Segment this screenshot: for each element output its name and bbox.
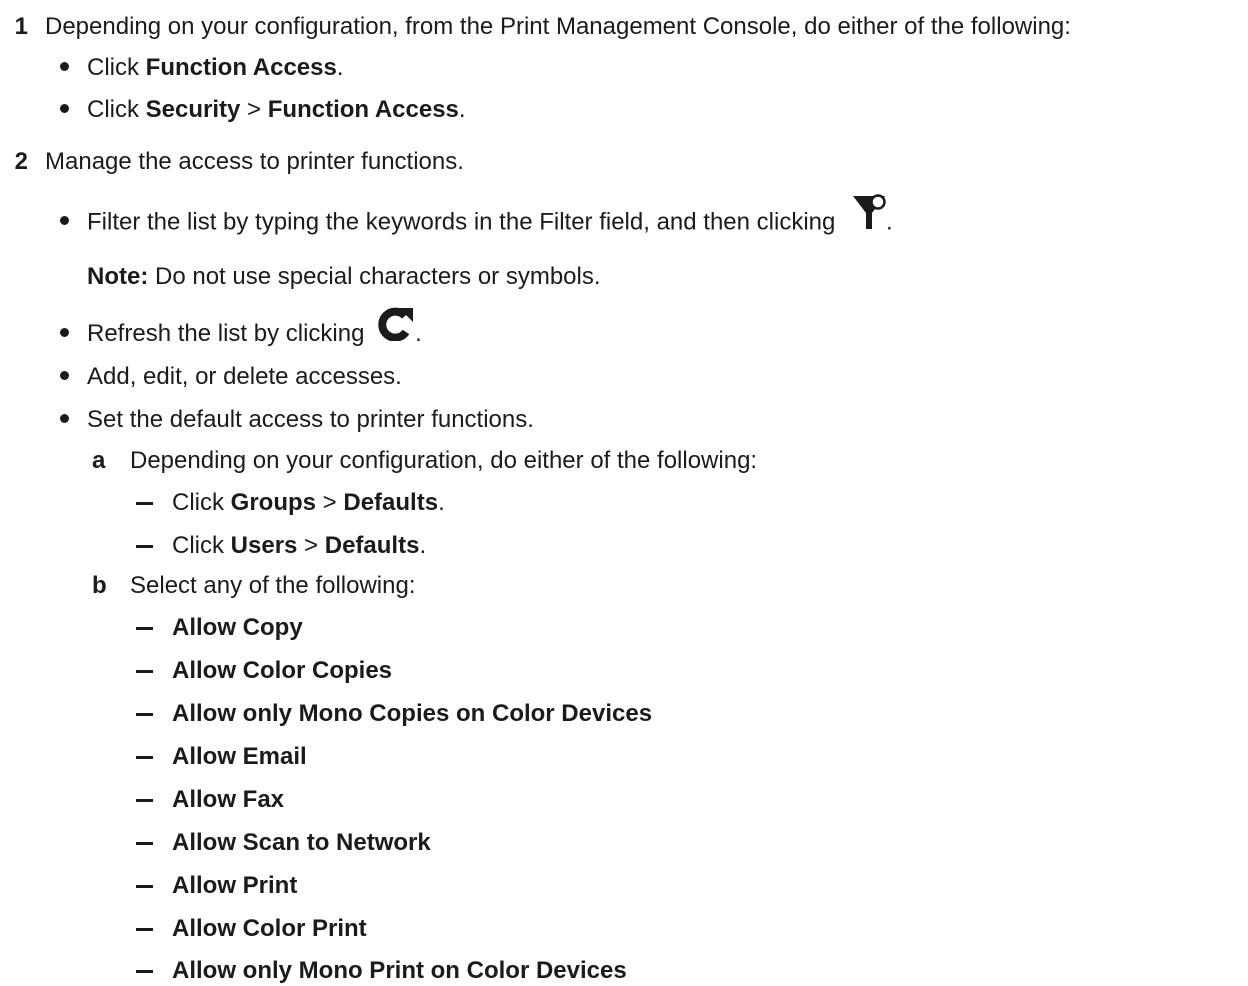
ui-label: Security xyxy=(145,96,241,123)
text-segment: . xyxy=(458,96,466,123)
bullet-marker xyxy=(60,414,69,423)
dash-marker xyxy=(136,970,153,973)
bullet-text: Add, edit, or delete accesses. xyxy=(87,363,402,390)
text-segment: . xyxy=(438,489,445,516)
bullet-marker xyxy=(60,62,69,71)
note-text: Note: Do not use special characters or s… xyxy=(87,262,601,292)
ui-label: Groups xyxy=(230,489,317,516)
text-segment: Do not use special characters or symbols… xyxy=(148,263,601,290)
ui-label: Function Access xyxy=(145,54,337,81)
bullet-text: Click Security > Function Access. xyxy=(87,95,466,125)
ui-label: Function Access xyxy=(267,96,459,123)
step-text: Depending on your configuration, from th… xyxy=(45,13,1071,40)
text-segment: Click xyxy=(87,54,146,81)
dash-text: Click Users > Defaults. xyxy=(172,531,426,561)
dash-marker xyxy=(136,928,153,931)
bullet-text: Set the default access to printer functi… xyxy=(87,406,534,433)
bullet-text: Refresh the list by clicking . xyxy=(87,307,422,349)
text-segment: Refresh the list by clicking xyxy=(87,320,372,347)
filter-icon xyxy=(852,193,886,239)
option-label: Allow Color Print xyxy=(172,915,367,942)
option-label: Allow Email xyxy=(172,743,307,770)
text-segment: Filter the list by typing the keywords i… xyxy=(87,208,843,236)
dash-marker xyxy=(136,799,153,802)
substep-text: Depending on your configuration, do eith… xyxy=(130,447,758,474)
substep-letter: b xyxy=(92,572,107,599)
text-segment: Click xyxy=(87,96,146,123)
dash-marker xyxy=(136,502,153,505)
dash-marker xyxy=(136,670,153,673)
option-label: Allow Fax xyxy=(172,786,285,813)
ui-label: Defaults xyxy=(343,489,439,516)
option-label: Allow Copy xyxy=(172,614,303,641)
dash-marker xyxy=(136,545,153,548)
bullet-text: Filter the list by typing the keywords i… xyxy=(87,194,893,239)
text-segment: . xyxy=(419,532,427,559)
bullet-marker xyxy=(60,216,69,225)
text-segment: > xyxy=(240,96,268,123)
bullet-marker xyxy=(60,104,69,113)
text-segment: > xyxy=(316,489,344,516)
text-segment: Click xyxy=(172,532,231,559)
dash-marker xyxy=(136,756,153,759)
option-label: Allow Color Copies xyxy=(172,657,393,684)
option-label: Allow only Mono Copies on Color Devices xyxy=(172,700,653,727)
bullet-text: Click Function Access. xyxy=(87,53,344,83)
ui-label: Users xyxy=(230,532,298,559)
option-label: Allow Scan to Network xyxy=(172,829,431,856)
refresh-icon xyxy=(375,307,415,349)
dash-marker xyxy=(136,713,153,716)
step-number: 1 xyxy=(14,13,28,40)
step-text: Manage the access to printer functions. xyxy=(45,148,464,175)
text-segment: . xyxy=(336,54,344,81)
text-segment: Click xyxy=(172,489,231,516)
dash-text: Click Groups > Defaults. xyxy=(172,488,445,518)
note-label: Note: xyxy=(87,263,149,290)
step-number: 2 xyxy=(14,148,28,175)
text-segment: > xyxy=(297,532,325,559)
text-segment: . xyxy=(415,320,422,347)
text-segment: . xyxy=(886,208,893,236)
option-label: Allow Print xyxy=(172,872,298,899)
ui-label: Defaults xyxy=(324,532,420,559)
bullet-marker xyxy=(60,371,69,380)
dash-marker xyxy=(136,627,153,630)
substep-letter: a xyxy=(92,447,106,474)
bullet-marker xyxy=(60,328,69,337)
substep-text: Select any of the following: xyxy=(130,572,416,599)
dash-marker xyxy=(136,842,153,845)
dash-marker xyxy=(136,885,153,888)
